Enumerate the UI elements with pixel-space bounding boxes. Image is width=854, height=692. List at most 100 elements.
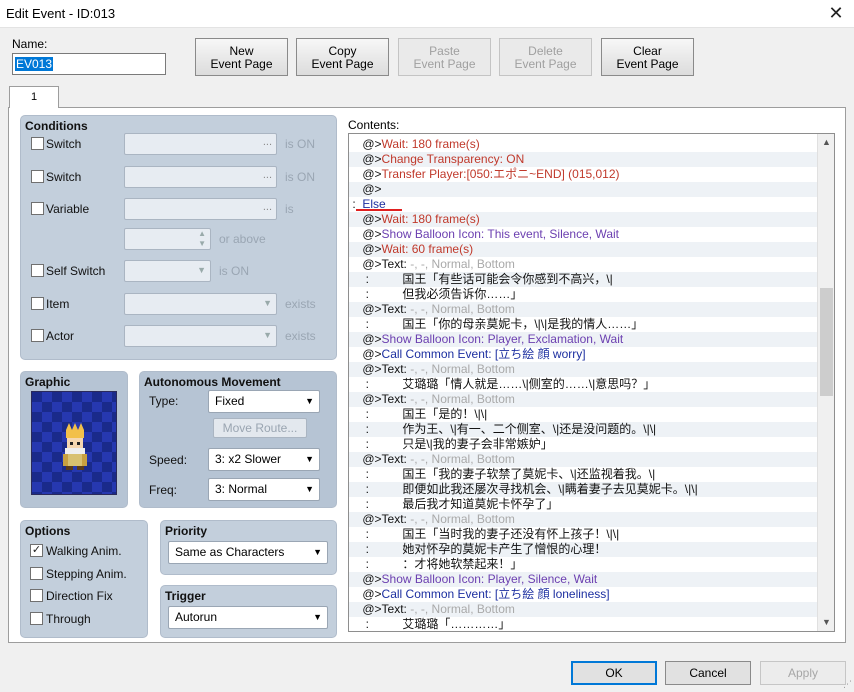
command-text: 艾璐璐「…………」 [402,617,511,631]
walking-anim-label: Walking Anim. [46,544,122,558]
scroll-thumb[interactable] [820,288,833,396]
event-command-list[interactable]: : 艾璐璐「…………」 @>Text: -, -, Normal, Bottom… [348,133,835,632]
command-line[interactable]: @>Text: -, -, Normal, Bottom [349,257,817,272]
command-line[interactable]: : 最后我才知道莫妮卡怀孕了」 [349,497,817,512]
command-prefix: : [349,527,403,541]
command-prefix: @> [349,392,382,406]
switch1-label: Switch [46,137,82,151]
self-switch-checkbox[interactable] [31,264,44,277]
switch2-checkbox[interactable] [31,170,44,183]
scroll-down-icon[interactable]: ▼ [818,614,834,631]
variable-checkbox[interactable] [31,202,44,215]
command-line[interactable]: : 国王「当时我的妻子还没有怀上孩子！\|\| [349,527,817,542]
resize-grip-icon[interactable]: ⋰ [843,679,852,690]
command-line[interactable]: @>Wait: 180 frame(s) [349,137,817,152]
command-text: Wait: 60 frame(s) [381,242,474,256]
through-checkbox[interactable] [30,612,43,625]
command-line[interactable]: @>Call Common Event: [立ち絵 顔 worry] [349,347,817,362]
command-line[interactable]: : Else [349,197,817,212]
command-line[interactable]: : 艾璐璐「…………」 [349,617,817,631]
copy-event-page-button[interactable]: Copy Event Page [296,38,389,76]
command-line[interactable]: @>Show Balloon Icon: Player, Silence, Wa… [349,572,817,587]
type-label: Type: [149,394,179,408]
command-line[interactable]: : 国王「有些话可能会令你感到不高兴，\| [349,272,817,287]
text-keyword: Text: [381,602,407,616]
delete-event-page-button[interactable]: Delete Event Page [499,38,592,76]
walking-anim-checkbox[interactable]: ✓ [30,544,43,557]
command-line[interactable]: : 作为王、\|有一、二个侧室、\|还是没问题的。\|\| [349,422,817,437]
command-line[interactable]: @>Text: -, -, Normal, Bottom [349,362,817,377]
command-prefix: : [349,557,403,571]
freq-select[interactable]: 3: Normal ▼ [208,478,320,501]
command-line[interactable]: @>Text: -, -, Normal, Bottom [349,302,817,317]
command-line[interactable]: : 艾璐璐「情人就是……\|侧室的……\|意思吗？」 [349,377,817,392]
switch1-field[interactable]: ... [124,133,277,155]
speed-select[interactable]: 3: x2 Slower ▼ [208,448,320,471]
command-line[interactable]: @>Wait: 180 frame(s) [349,212,817,227]
new-event-page-button[interactable]: New Event Page [195,38,288,76]
command-prefix: @> [349,362,382,376]
switch1-checkbox[interactable] [31,137,44,150]
priority-select[interactable]: Same as Characters ▼ [168,541,328,564]
movement-type-select[interactable]: Fixed ▼ [208,390,320,413]
command-line[interactable]: @>Text: -, -, Normal, Bottom [349,452,817,467]
variable-label: Variable [46,202,90,216]
graphic-preview[interactable] [31,391,117,495]
text-keyword: Text: [381,452,407,466]
ok-button[interactable]: OK [571,661,657,685]
options-title: Options [25,524,71,538]
command-line[interactable]: : ：才将她软禁起来！」 [349,557,817,572]
direction-fix-checkbox[interactable] [30,589,43,602]
item-checkbox[interactable] [31,297,44,310]
tab-page-1[interactable]: 1 [9,86,59,108]
variable-field[interactable]: ... [124,198,277,220]
actor-checkbox[interactable] [31,329,44,342]
graphic-title: Graphic [25,375,71,389]
name-value: EV013 [15,57,54,71]
command-prefix: @> [349,257,382,271]
move-route-button[interactable]: Move Route... [213,418,307,438]
command-text: 国王「有些话可能会令你感到不高兴，\| [402,272,613,286]
command-line[interactable]: : 只是\|我的妻子会非常嫉妒」 [349,437,817,452]
vertical-scrollbar[interactable]: ▲ ▼ [817,134,834,631]
stepping-anim-checkbox[interactable] [30,567,43,580]
command-text: Call Common Event: [立ち絵 顔 loneliness] [381,587,610,601]
command-line[interactable]: @>Text: -, -, Normal, Bottom [349,512,817,527]
command-line[interactable]: : 国王「是的！\|\| [349,407,817,422]
command-line[interactable]: @>Text: -, -, Normal, Bottom [349,602,817,617]
command-text: 国王「是的！\|\| [402,407,488,421]
item-select[interactable]: ▼ [124,293,277,315]
command-line[interactable]: @>Text: -, -, Normal, Bottom [349,392,817,407]
cancel-button[interactable]: Cancel [665,661,751,685]
name-input[interactable]: EV013 [12,53,166,75]
text-keyword: Text: [381,257,407,271]
actor-select[interactable]: ▼ [124,325,277,347]
variable-value-stepper[interactable]: ▲ ▼ [124,228,211,250]
command-prefix: @> [349,452,382,466]
command-text: Text: -, -, Normal, Bottom [382,362,515,376]
command-line[interactable]: : 但我必须告诉你……」 [349,287,817,302]
scroll-up-icon[interactable]: ▲ [818,134,834,151]
close-icon[interactable]: ✕ [824,1,848,25]
paste-event-page-button[interactable]: Paste Event Page [398,38,491,76]
command-line[interactable]: : 国王「我的妻子软禁了莫妮卡、\|还监视着我。\| [349,467,817,482]
command-line[interactable]: @>Show Balloon Icon: This event, Silence… [349,227,817,242]
command-line[interactable]: @>Wait: 60 frame(s) [349,242,817,257]
command-line[interactable]: : 她对怀孕的莫妮卡产生了憎恨的心理！ [349,542,817,557]
command-line[interactable]: @>Change Transparency: ON [349,152,817,167]
command-prefix: @> [349,332,382,346]
command-line[interactable]: @> [349,182,817,197]
command-line[interactable]: : 即便如此我还屡次寻找机会、\|瞒着妻子去见莫妮卡。\|\| [349,482,817,497]
window-title: Edit Event - ID:013 [6,6,116,21]
command-line[interactable]: : 国王「你的母亲莫妮卡，\|\|是我的情人……」 [349,317,817,332]
command-line[interactable]: @>Show Balloon Icon: Player, Exclamation… [349,332,817,347]
command-line[interactable]: @>Call Common Event: [立ち絵 顔 loneliness] [349,587,817,602]
clear-event-page-button[interactable]: Clear Event Page [601,38,694,76]
command-line[interactable]: @>Transfer Player:[050:エポニ~END] (015,012… [349,167,817,182]
trigger-select[interactable]: Autorun ▼ [168,606,328,629]
command-text: Call Common Event: [立ち絵 顔 worry] [381,347,586,361]
apply-button[interactable]: Apply [760,661,846,685]
self-switch-select[interactable]: ▼ [124,260,211,282]
command-prefix: @> [349,227,382,241]
switch2-field[interactable]: ... [124,166,277,188]
